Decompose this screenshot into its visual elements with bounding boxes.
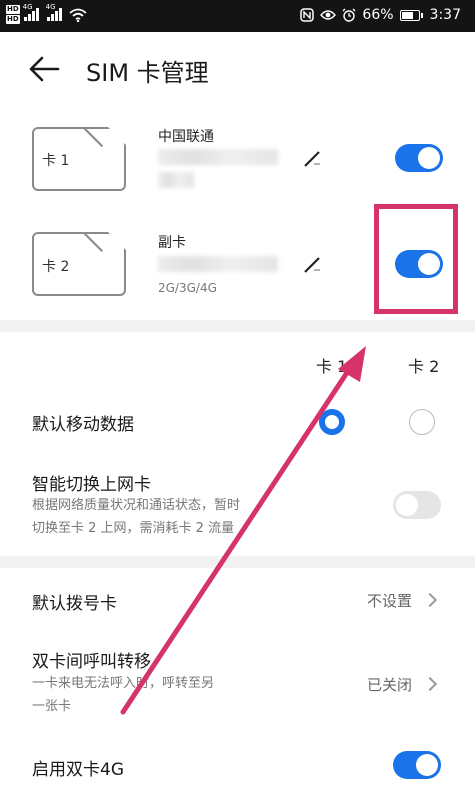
edit-card-1-icon[interactable]: [302, 149, 322, 169]
signal-icon-1: 4G: [23, 3, 39, 21]
dual-4g-toggle[interactable]: [393, 751, 441, 779]
card-2-number-redacted: [158, 256, 278, 272]
card-2-carrier: 副卡: [158, 235, 186, 251]
card-1-number-redacted: [158, 149, 278, 165]
hd-icon: HD HD: [6, 5, 20, 24]
column-header-card-1: 卡 1: [316, 357, 348, 376]
clock: 3:37: [429, 7, 461, 23]
default-dial-card-label[interactable]: 默认拨号卡: [32, 589, 117, 614]
call-forwarding-description: 一卡来电无法呼入时，呼转至另 一张卡: [32, 676, 215, 714]
card-1-carrier: 中国联通: [158, 129, 214, 145]
back-arrow-icon[interactable]: [28, 54, 62, 84]
page-title: SIM 卡管理: [86, 59, 209, 87]
wifi-icon: [69, 8, 87, 22]
call-forwarding-label[interactable]: 双卡间呼叫转移: [32, 647, 151, 672]
smart-switch-label: 智能切换上网卡: [32, 475, 151, 495]
default-data-card-2-radio[interactable]: [409, 409, 435, 435]
default-data-card-1-radio[interactable]: [319, 409, 345, 435]
default-dial-card-value[interactable]: 不设置: [367, 590, 412, 611]
battery-icon: [399, 9, 423, 21]
eye-icon: [320, 10, 337, 20]
edit-card-2-icon[interactable]: [302, 255, 322, 275]
smart-switch-description: 根据网络质量状况和通话状态，暂时 切换至卡 2 上网，需消耗卡 2 流量: [32, 498, 241, 536]
section-divider: [0, 320, 475, 332]
dual-4g-label: 启用双卡4G: [32, 760, 124, 780]
signal-icon-2: 4G: [46, 3, 62, 21]
battery-percent: 66%: [362, 7, 394, 23]
status-bar: HD HD 4G 4G 66% 3:37: [0, 0, 475, 32]
smart-switch-toggle[interactable]: [393, 491, 441, 519]
sim-card-1-label: 卡 1: [42, 153, 70, 169]
nfc-icon: [300, 8, 315, 22]
chevron-right-icon: [422, 676, 438, 692]
column-header-card-2: 卡 2: [408, 357, 440, 376]
alarm-icon: [342, 8, 356, 22]
sim-card-2-label: 卡 2: [42, 259, 70, 275]
annotation-highlight-box: [374, 204, 458, 314]
card-1-enable-toggle[interactable]: [395, 144, 443, 172]
card-2-network: 2G/3G/4G: [158, 281, 217, 295]
app-header: SIM 卡管理: [0, 32, 475, 106]
default-mobile-data-label: 默认移动数据: [32, 415, 134, 435]
call-forwarding-value[interactable]: 已关闭: [367, 674, 412, 695]
section-divider: [0, 556, 475, 568]
card-1-number-redacted: [158, 172, 194, 188]
chevron-right-icon: [422, 592, 438, 608]
